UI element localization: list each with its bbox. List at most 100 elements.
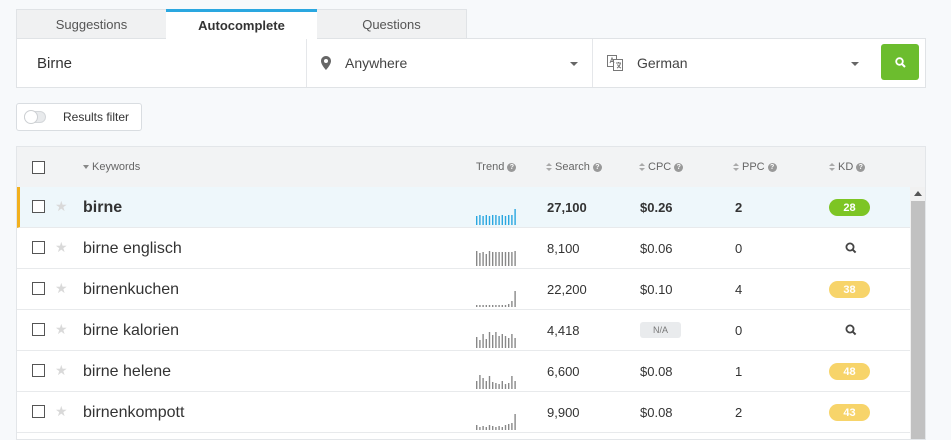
search-icon: [894, 56, 906, 68]
trend-bar: [514, 251, 516, 266]
col-ppc[interactable]: PPC ?: [733, 161, 777, 173]
scrollbar-thumb[interactable]: [911, 201, 925, 439]
row-checkbox[interactable]: [32, 405, 45, 418]
trend-bar: [504, 305, 507, 307]
tab-questions[interactable]: Questions: [316, 9, 467, 39]
col-keywords[interactable]: Keywords: [83, 161, 140, 173]
trend-bar: [514, 291, 516, 307]
keyword-link[interactable]: birne helene: [83, 363, 171, 381]
col-keywords-label: Keywords: [92, 161, 141, 173]
row-checkbox[interactable]: [32, 200, 45, 213]
trend-bar: [492, 215, 494, 225]
tab-suggestions[interactable]: Suggestions: [16, 9, 167, 39]
star-icon[interactable]: ★: [55, 239, 68, 256]
row-checkbox[interactable]: [32, 282, 45, 295]
tab-bar: Suggestions Autocomplete Questions: [16, 9, 467, 39]
col-cpc[interactable]: CPC ?: [639, 161, 684, 173]
location-pin-icon: [321, 56, 331, 70]
col-search[interactable]: Search ?: [546, 161, 602, 173]
cpc-value: $0.26: [640, 200, 673, 215]
search-bar: Birne Anywhere German: [16, 38, 926, 88]
star-icon[interactable]: ★: [55, 198, 68, 215]
help-icon[interactable]: ?: [507, 162, 517, 172]
cpc-value: $0.08: [640, 364, 673, 379]
table-row[interactable]: ★ birne englisch 8,100 $0.06 0: [17, 228, 910, 269]
table-row[interactable]: ★ birnenkompott 9,900 $0.08 2 43: [17, 392, 910, 433]
location-select[interactable]: Anywhere: [307, 39, 593, 87]
star-icon[interactable]: ★: [55, 362, 68, 379]
ppc-value: 4: [735, 282, 743, 297]
trend-bar: [501, 427, 503, 430]
star-icon[interactable]: ★: [55, 403, 68, 420]
trend-bar: [498, 305, 500, 307]
star-icon[interactable]: ★: [55, 280, 68, 297]
search-volume: 6,600: [547, 364, 580, 379]
trend-bar: [482, 216, 484, 225]
trend-bar: [476, 305, 478, 307]
col-trend-label: Trend: [476, 161, 505, 173]
sort-icon: [733, 162, 739, 172]
keyword-link[interactable]: birnenkuchen: [83, 281, 179, 299]
search-volume: 27,100: [547, 200, 587, 215]
trend-sparkline: [476, 414, 516, 430]
star-icon[interactable]: ★: [55, 321, 68, 338]
table-row[interactable]: ★ birne kalorien 4,418 N/A 0: [17, 310, 910, 351]
keyword-input[interactable]: Birne: [17, 39, 307, 87]
row-checkbox[interactable]: [32, 241, 45, 254]
trend-bar: [495, 427, 497, 430]
trend-bar: [492, 305, 494, 307]
trend-bar: [511, 252, 513, 266]
trend-bar: [485, 381, 487, 389]
keyword-link[interactable]: birne: [83, 199, 122, 217]
trend-bar: [485, 427, 487, 430]
trend-bar: [492, 335, 494, 348]
tab-autocomplete[interactable]: Autocomplete: [166, 9, 317, 39]
search-button[interactable]: [881, 44, 919, 80]
col-trend: Trend ?: [476, 161, 517, 173]
row-checkbox[interactable]: [32, 323, 45, 336]
trend-bar: [511, 334, 513, 348]
search-icon[interactable]: [844, 323, 858, 337]
trend-bar: [482, 334, 484, 348]
trend-bar: [476, 337, 478, 348]
trend-bar: [508, 383, 510, 389]
help-icon[interactable]: ?: [592, 162, 602, 172]
keyword-link[interactable]: birne englisch: [83, 240, 182, 258]
select-all-checkbox[interactable]: [32, 161, 45, 174]
col-cpc-label: CPC: [648, 161, 672, 173]
trend-bar: [488, 332, 491, 348]
trend-bar: [495, 305, 497, 307]
trend-bar: [501, 215, 503, 225]
results-filter-toggle[interactable]: Results filter: [16, 103, 142, 131]
trend-bar: [504, 336, 507, 348]
help-icon[interactable]: ?: [767, 162, 777, 172]
cpc-value: $0.06: [640, 241, 673, 256]
col-kd[interactable]: KD ?: [829, 161, 866, 173]
scroll-up-arrow[interactable]: [914, 191, 922, 196]
keyword-link[interactable]: birne kalorien: [83, 322, 179, 340]
scrollbar[interactable]: [910, 187, 925, 439]
results-filter-label: Results filter: [63, 110, 130, 124]
language-select[interactable]: German: [593, 39, 873, 87]
trend-sparkline: [476, 375, 516, 389]
toggle-switch[interactable]: [24, 110, 46, 124]
trend-bar: [479, 340, 481, 348]
table-row[interactable]: ★ birne helene 6,600 $0.08 1 48: [17, 351, 910, 392]
trend-bar: [479, 305, 481, 307]
trend-bar: [508, 304, 510, 307]
trend-bar: [511, 215, 513, 225]
trend-bar: [492, 426, 494, 430]
ppc-value: 2: [735, 405, 743, 420]
trend-bar: [514, 338, 516, 348]
trend-bar: [501, 381, 503, 389]
table-row[interactable]: ★ birnenkuchen 22,200 $0.10 4 38: [17, 269, 910, 310]
help-icon[interactable]: ?: [856, 162, 866, 172]
help-icon[interactable]: ?: [674, 162, 684, 172]
table-row[interactable]: ★ birne 27,100 $0.26 2 28: [17, 187, 910, 228]
sort-icon: [639, 162, 645, 172]
keyword-link[interactable]: birnenkompott: [83, 404, 184, 422]
trend-bar: [508, 338, 510, 348]
row-checkbox[interactable]: [32, 364, 45, 377]
search-icon[interactable]: [844, 241, 858, 255]
trend-bar: [498, 336, 500, 348]
